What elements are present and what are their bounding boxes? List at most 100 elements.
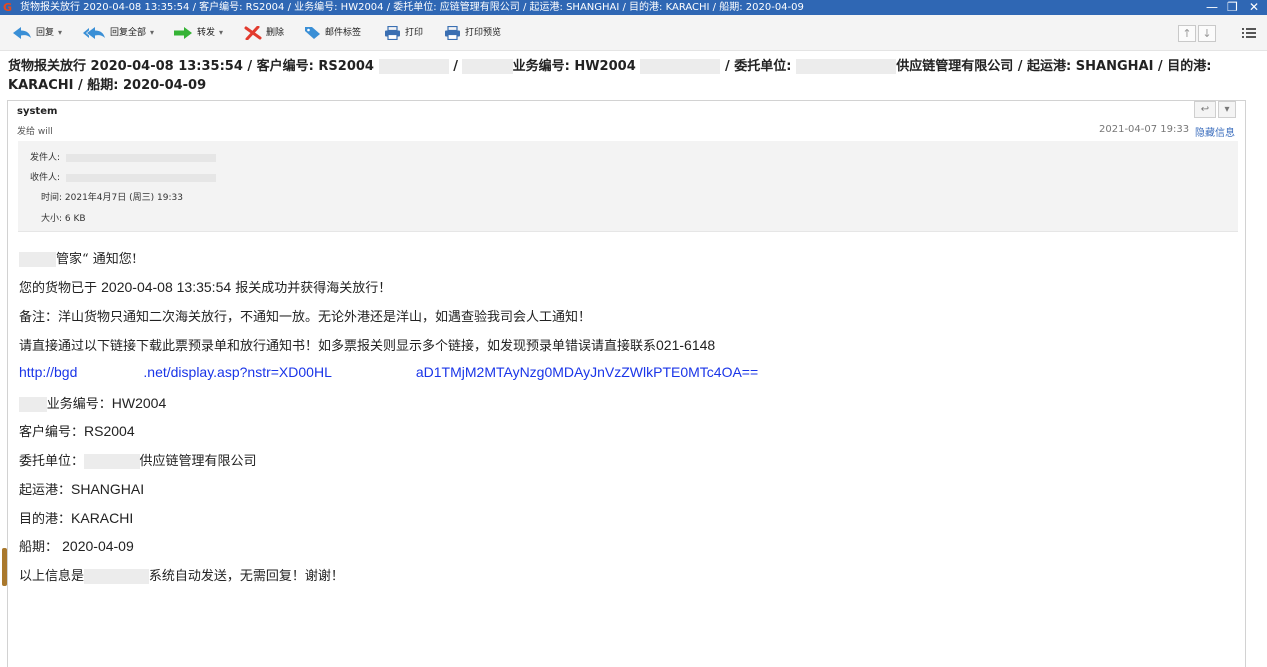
closing-post: 系统自动发送，无需回复！谢谢！ bbox=[148, 569, 344, 584]
client-value: 供应链管理有限公司 bbox=[139, 454, 257, 469]
tag-icon bbox=[305, 27, 320, 39]
redacted-block: XXXX bbox=[19, 252, 57, 267]
dest-label: 目的港： bbox=[19, 512, 72, 527]
reply-dropdown-icon[interactable]: ▾ bbox=[58, 24, 62, 42]
biz-label: 业务编号： bbox=[46, 397, 112, 412]
mail-subject: 货物报关放行 2020-04-08 13:35:54 / 客户编号: RS200… bbox=[8, 57, 1253, 95]
print-button[interactable]: 打印 bbox=[384, 24, 423, 42]
from-label: 发件人: bbox=[30, 153, 61, 163]
reply-all-button[interactable]: 回复全部 ▾ bbox=[82, 24, 154, 42]
forward-dropdown-icon[interactable]: ▾ bbox=[219, 24, 223, 42]
size-row: 大小: 6 KB bbox=[41, 214, 86, 224]
mail-tag-label: 邮件标签 bbox=[325, 28, 362, 38]
forward-icon bbox=[174, 27, 192, 39]
redacted-block: XXXXX bbox=[462, 59, 513, 74]
reply-all-icon bbox=[83, 27, 105, 39]
client-label: 委托单位： bbox=[19, 454, 85, 469]
sail-label: 船期： bbox=[19, 540, 63, 555]
delete-icon bbox=[244, 26, 262, 40]
subject-part: / bbox=[453, 59, 458, 74]
link-part[interactable]: .net/display.asp?nstr=XD00HL bbox=[143, 364, 331, 380]
window-title: 货物报关放行 2020-04-08 13:35:54 / 客户编号: RS200… bbox=[20, 2, 804, 13]
reply-icon bbox=[13, 27, 31, 39]
redacted-block: XXXXXXXX bbox=[640, 59, 721, 74]
maximize-button[interactable]: ❐ bbox=[1227, 0, 1238, 14]
link-part[interactable]: http://bgd bbox=[19, 364, 77, 380]
closing-pre: 以上信息是 bbox=[19, 569, 85, 584]
minimize-button[interactable]: — bbox=[1206, 0, 1218, 14]
print-preview-button[interactable]: 打印预览 bbox=[444, 24, 501, 42]
subject-part: / 委托单位: bbox=[725, 59, 792, 74]
line1-pre: 您的货物已于 bbox=[19, 281, 102, 296]
recipient-line: 发给 will bbox=[17, 127, 53, 137]
previous-mail-button[interactable]: ↑ bbox=[1178, 25, 1196, 42]
menu-icon[interactable] bbox=[1242, 27, 1256, 39]
close-window-button[interactable]: ✕ bbox=[1249, 0, 1259, 14]
body-line-3: 请直接通过以下链接下载此票预录单和放行通知书！如多票报关则显示多个链接，如发现预… bbox=[19, 335, 715, 354]
chevron-down-icon: ▾ bbox=[1224, 104, 1230, 115]
reply-all-label: 回复全部 bbox=[110, 28, 147, 38]
from-row: 发件人: bbox=[30, 150, 217, 163]
redacted-block bbox=[66, 153, 217, 162]
forward-button[interactable]: 转发 ▾ bbox=[173, 24, 223, 42]
line1-time: 2020-04-08 13:35:54 bbox=[101, 279, 232, 295]
reply-button[interactable]: 回复 ▾ bbox=[12, 24, 62, 42]
delete-label: 删除 bbox=[266, 28, 285, 38]
resize-handle[interactable] bbox=[2, 548, 7, 586]
hide-details-link[interactable]: 隐藏信息 bbox=[1195, 124, 1235, 139]
next-mail-button[interactable]: ↓ bbox=[1198, 25, 1216, 42]
reply-all-dropdown-icon[interactable]: ▾ bbox=[150, 24, 154, 42]
print-label: 打印 bbox=[405, 28, 424, 38]
mail-tag-button[interactable]: 邮件标签 bbox=[304, 24, 361, 42]
body-client: 委托单位：XXXXXX供应链管理有限公司 bbox=[19, 450, 257, 469]
redacted-block: XXXXXXX bbox=[378, 59, 449, 74]
forward-label: 转发 bbox=[197, 28, 216, 38]
body-business-no: XXX业务编号：HW2004 bbox=[19, 393, 166, 412]
reply-small-icon: ↩ bbox=[1200, 104, 1210, 115]
subject-part: 业务编号: HW2004 bbox=[512, 59, 636, 74]
biz-value: HW2004 bbox=[111, 395, 167, 411]
more-actions-button[interactable]: ▾ bbox=[1218, 101, 1236, 118]
line1-post: 报关成功并获得海关放行！ bbox=[231, 281, 392, 296]
window-titlebar: G 货物报关放行 2020-04-08 13:35:54 / 客户编号: RS2… bbox=[0, 0, 1267, 15]
greeting-text: 管家“ 通知您! bbox=[56, 252, 138, 267]
link-part[interactable]: aD1TMjM2MTAyNzg0MDAyJnVzZWlkPTE0MTc4OA== bbox=[416, 364, 758, 380]
dest-value: KARACHI bbox=[71, 510, 134, 526]
body-sailing-date: 船期： 2020-04-09 bbox=[19, 536, 134, 555]
redacted-block: XXXXXX bbox=[84, 454, 140, 469]
body-customer-no: 客户编号：RS2004 bbox=[19, 421, 135, 440]
app-logo-icon: G bbox=[3, 1, 13, 14]
body-closing: 以上信息是XXXXXXX系统自动发送，无需回复！谢谢！ bbox=[19, 565, 344, 584]
body-line-2: 备注：洋山货物只通知二次海关放行，不通知一放。无论外港还是洋山，如遇查验我司会人… bbox=[19, 310, 592, 325]
to-label: 收件人: bbox=[30, 173, 61, 183]
redacted-block: XXXXXXXXXX bbox=[796, 59, 897, 74]
message-card: system 发给 will ↩ ▾ 2021-04-07 19:33 隐藏信息… bbox=[7, 100, 1246, 667]
body-greeting: XXXX管家“ 通知您! bbox=[19, 248, 137, 267]
sender-name: system bbox=[17, 106, 58, 117]
time-row: 时间: 2021年4月7日 (周三) 19:33 bbox=[41, 193, 183, 203]
redacted-block: XXX bbox=[19, 397, 47, 412]
redacted-block bbox=[66, 173, 217, 182]
origin-value: SHANGHAI bbox=[71, 481, 145, 497]
to-row: 收件人: bbox=[30, 170, 217, 183]
subject-part: 货物报关放行 2020-04-08 13:35:54 / 客户编号: RS200… bbox=[8, 59, 374, 74]
quick-reply-button[interactable]: ↩ bbox=[1194, 101, 1216, 118]
message-date: 2021-04-07 19:33 bbox=[1099, 124, 1190, 135]
line3-pre: 请直接通过以下链接下载此票预录单和放行通知书！如多票报关则显示多个链接，如发现预… bbox=[19, 339, 657, 354]
reply-label: 回复 bbox=[36, 28, 55, 38]
body-origin-port: 起运港：SHANGHAI bbox=[19, 479, 144, 498]
cust-value: RS2004 bbox=[84, 423, 135, 439]
body-line-1: 您的货物已于 2020-04-08 13:35:54 报关成功并获得海关放行！ bbox=[19, 277, 391, 296]
body-destination-port: 目的港：KARACHI bbox=[19, 508, 133, 527]
cust-label: 客户编号： bbox=[19, 425, 85, 440]
delete-button[interactable]: 删除 bbox=[244, 24, 284, 42]
print-preview-icon bbox=[445, 26, 460, 40]
line3-phone: 021-6148 bbox=[656, 337, 716, 353]
sail-value: 2020-04-09 bbox=[62, 538, 134, 554]
print-preview-label: 打印预览 bbox=[465, 28, 502, 38]
printer-icon bbox=[385, 26, 400, 40]
download-link[interactable]: http://bgd .net/display.asp?nstr=XD00HL aD… bbox=[19, 364, 758, 381]
toolbar: 回复 ▾ 回复全部 ▾ 转发 ▾ 删除 邮件标签 打印 打印预览 ↑ ↓ bbox=[0, 15, 1267, 51]
redacted-block: XXXXXXX bbox=[84, 569, 149, 584]
origin-label: 起运港： bbox=[19, 483, 72, 498]
